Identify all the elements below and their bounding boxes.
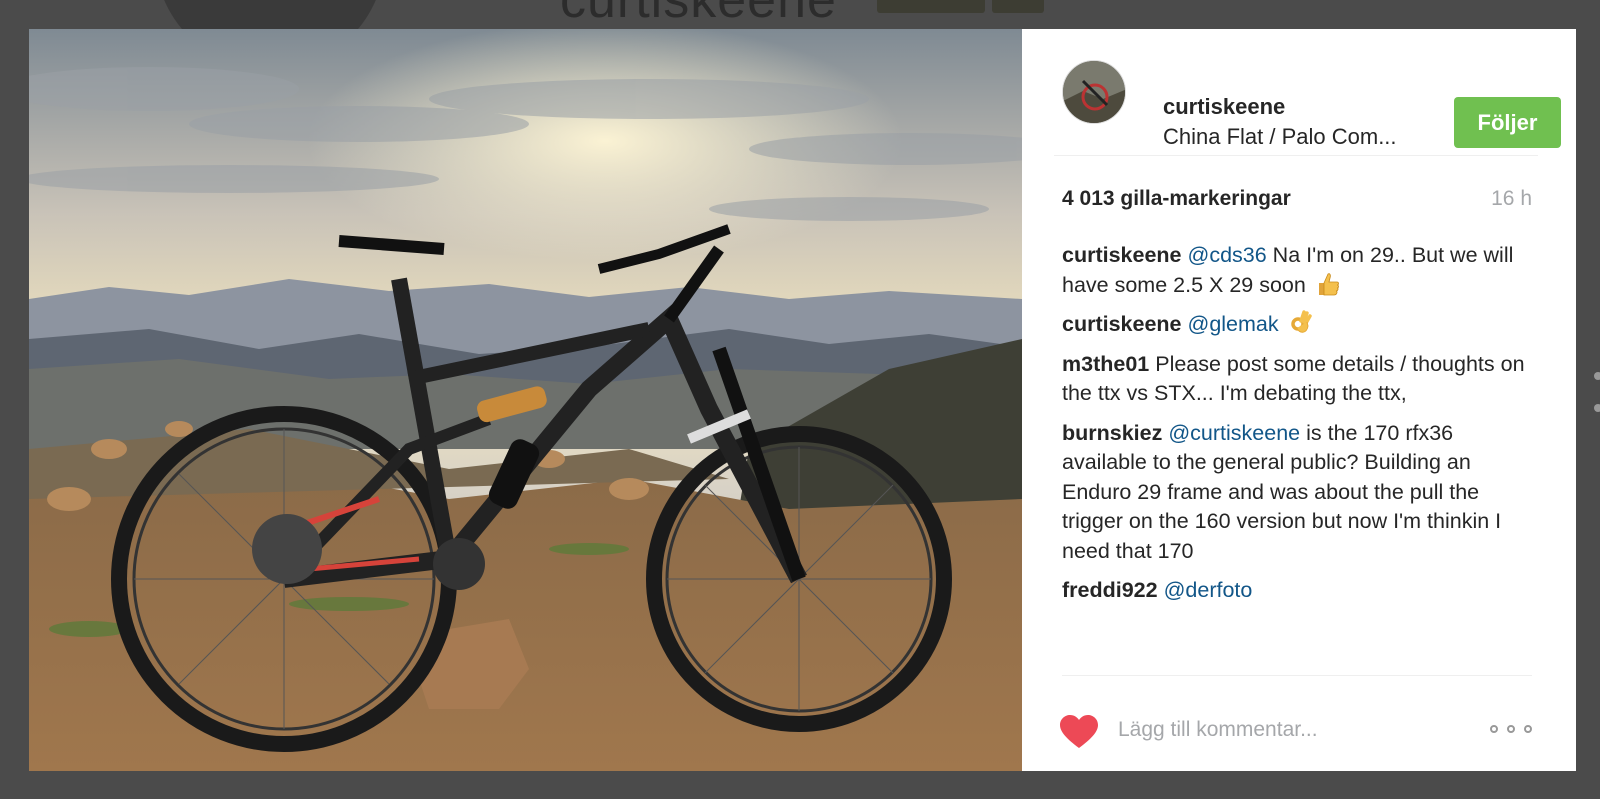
- background-dot: [1594, 372, 1600, 380]
- comment-input[interactable]: [1118, 713, 1448, 747]
- ok-hand-emoji: [1290, 310, 1312, 333]
- divider: [1062, 675, 1532, 676]
- dot: [1524, 725, 1532, 733]
- likes-row: 4 013 gilla-markeringar 16 h: [1054, 187, 1532, 217]
- thumbs-up-emoji: [1318, 272, 1339, 295]
- comment-item: burnskiez @curtiskeene is the 170 rfx36 …: [1062, 419, 1532, 567]
- post-actions: [1054, 709, 1532, 749]
- more-options-icon[interactable]: [1490, 719, 1532, 739]
- comment-item: freddi922 @derfoto: [1062, 576, 1532, 606]
- dot: [1507, 725, 1515, 733]
- avatar[interactable]: [1062, 60, 1126, 124]
- heart-icon[interactable]: [1059, 715, 1099, 749]
- comments-list: curtiskeene @cds36 Na I'm on 29.. But we…: [1062, 241, 1532, 671]
- comment-author[interactable]: curtiskeene: [1062, 312, 1182, 336]
- comment-author[interactable]: m3the01: [1062, 352, 1149, 376]
- comment-mention[interactable]: @cds36: [1188, 243, 1267, 267]
- background-follow-button[interactable]: [877, 0, 985, 13]
- post-username[interactable]: curtiskeene: [1163, 94, 1285, 120]
- dot: [1490, 725, 1498, 733]
- follow-button[interactable]: Följer: [1454, 97, 1561, 148]
- comment-mention[interactable]: @glemak: [1188, 312, 1279, 336]
- comment-mention[interactable]: @curtiskeene: [1168, 421, 1300, 445]
- post-location[interactable]: China Flat / Palo Com...: [1163, 124, 1423, 150]
- post-photo[interactable]: [29, 29, 1022, 771]
- comment-author[interactable]: curtiskeene: [1062, 243, 1182, 267]
- background-dot: [1594, 404, 1600, 412]
- mountain-bike-photo: [29, 29, 1022, 771]
- comment-item: m3the01 Please post some details / thoug…: [1062, 350, 1532, 409]
- post-modal: curtiskeene China Flat / Palo Com... Föl…: [29, 29, 1576, 771]
- comment-mention[interactable]: @derfoto: [1164, 578, 1253, 602]
- background-username: curtiskeene: [560, 0, 837, 29]
- post-header: curtiskeene China Flat / Palo Com... Föl…: [1054, 60, 1561, 156]
- comment-item: curtiskeene @glemak: [1062, 310, 1532, 340]
- comment-author[interactable]: burnskiez: [1062, 421, 1162, 445]
- likes-count[interactable]: 4 013 gilla-markeringar: [1062, 187, 1291, 211]
- post-sidebar: curtiskeene China Flat / Palo Com... Föl…: [1022, 29, 1576, 771]
- avatar-photo-icon: [1063, 61, 1125, 123]
- background-options-button[interactable]: [992, 0, 1044, 13]
- post-timestamp[interactable]: 16 h: [1491, 187, 1532, 211]
- comment-item: curtiskeene @cds36 Na I'm on 29.. But we…: [1062, 241, 1532, 300]
- comment-author[interactable]: freddi922: [1062, 578, 1158, 602]
